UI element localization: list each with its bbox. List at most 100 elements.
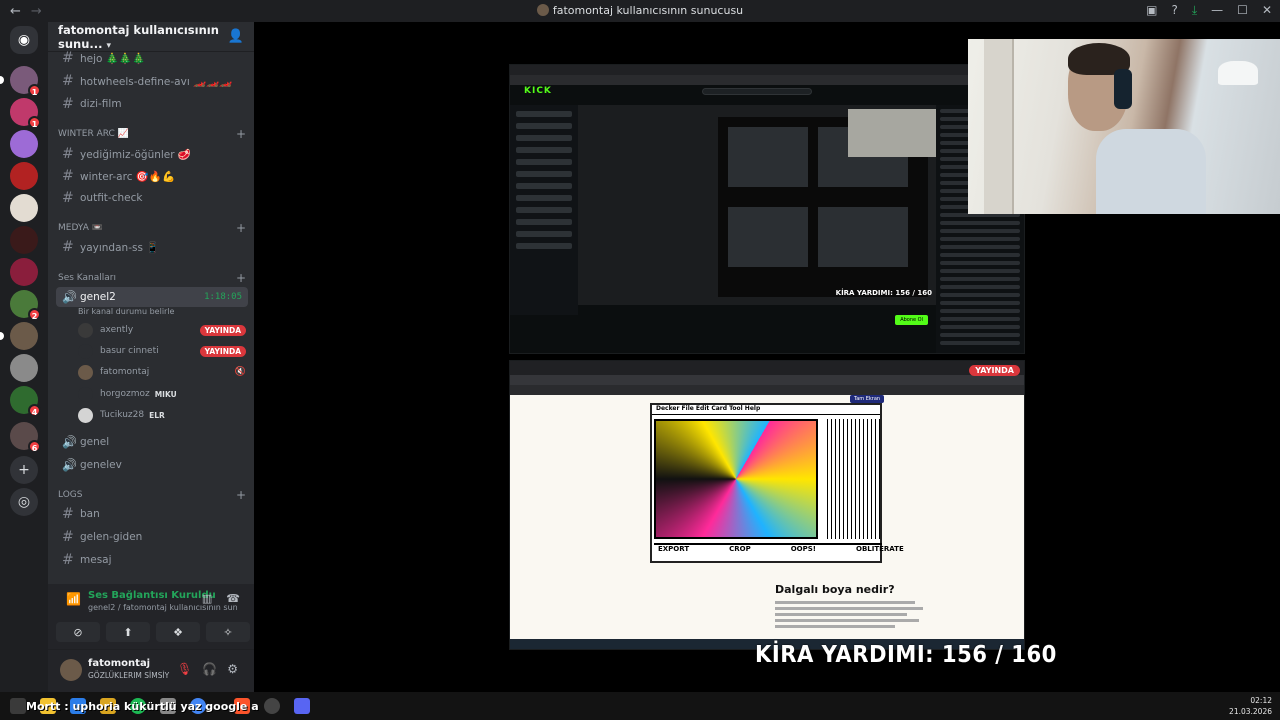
nav-arrows: ← → — [0, 4, 42, 19]
discord-taskbar-icon[interactable] — [294, 698, 310, 714]
server-icon[interactable] — [10, 354, 38, 382]
muted-deafened-icon: 🔇 — [234, 367, 246, 377]
server-icon[interactable] — [0, 322, 38, 350]
text-channel[interactable]: # gelen-giden — [56, 527, 248, 547]
hash-icon: # — [62, 168, 74, 184]
obs-icon[interactable] — [264, 698, 280, 714]
window-title: fatomontaj kullanıcısının sunucusu — [0, 4, 1280, 17]
decker-stream-window[interactable]: YAYINDA Tam Ekran Decker File Edit Card … — [509, 360, 1025, 650]
activities-button[interactable]: ❖ — [156, 622, 200, 642]
minimize-icon[interactable]: — — [1211, 3, 1223, 18]
voice-user[interactable]: fatomontaj 🔇 — [78, 363, 246, 381]
signal-icon[interactable]: 📶 — [66, 592, 81, 606]
oops-label: OOPS! — [790, 545, 816, 553]
add-channel-icon[interactable]: + — [236, 271, 246, 285]
start-icon[interactable] — [10, 698, 26, 714]
add-user-icon[interactable]: 👤 — [228, 29, 244, 44]
guild-name: fatomontaj kullanıcısının sunu... — [58, 22, 219, 51]
voice-channel[interactable]: 🔊 genelev — [56, 455, 248, 475]
server-icon[interactable]: 1 — [0, 66, 41, 97]
fullscreen-tag: Tam Ekran — [850, 395, 885, 403]
text-channel[interactable]: # yediğimiz-öğünler 🥩 — [56, 144, 248, 164]
kick-header: KICK — [510, 85, 1024, 97]
camera-button[interactable]: ⊘ — [56, 622, 100, 642]
voice-channel[interactable]: 🔊 genel — [56, 432, 248, 452]
server-icon[interactable]: 1 — [10, 98, 41, 129]
discover-icon[interactable]: ◎ — [10, 488, 38, 516]
category-label: Ses Kanalları — [58, 273, 116, 283]
live-badge: YAYINDA — [199, 324, 246, 336]
voice-user[interactable]: basur cinneti YAYINDA — [78, 342, 246, 360]
text-channel[interactable]: # winter-arc 🎯🔥💪 — [56, 166, 248, 186]
server-icon[interactable] — [10, 258, 38, 286]
close-icon[interactable]: ✕ — [1262, 3, 1272, 18]
clock-date: 21.03.2026 — [1229, 707, 1272, 716]
browser-tabs — [510, 361, 1024, 375]
text-channel[interactable]: # ban — [56, 504, 248, 524]
text-channel[interactable]: # hotwheels-define-avı 🏎️🏎️🏎️ — [56, 71, 248, 91]
soundboard-button[interactable]: ✧ — [206, 622, 250, 642]
notification-badge: 1 — [28, 116, 41, 129]
screen-share-button[interactable]: ⬆ — [106, 622, 150, 642]
discord-home-icon[interactable]: ◉ — [10, 26, 38, 54]
maximize-icon[interactable]: ☐ — [1237, 3, 1248, 18]
forward-arrow-icon[interactable]: → — [31, 4, 42, 19]
server-icon[interactable] — [10, 162, 38, 190]
voice-user[interactable]: horgozmoz MIKU — [78, 385, 246, 403]
text-channel[interactable]: # mesaj — [56, 550, 248, 570]
back-arrow-icon[interactable]: ← — [10, 4, 21, 19]
text-channel[interactable]: # hejo 🎄🎄🎄 — [56, 48, 248, 68]
download-icon[interactable]: ⤓ — [1192, 3, 1197, 18]
kick-sidebar — [510, 105, 578, 315]
category-ses-kanallari[interactable]: Ses Kanalları + — [58, 270, 246, 286]
notification-badge: 4 — [28, 404, 41, 417]
voice-user[interactable]: Tucikuz28 ELR — [78, 406, 246, 424]
avatar[interactable] — [60, 659, 82, 681]
add-channel-icon[interactable]: + — [236, 221, 246, 235]
obliterate-label: OBLITERATE — [856, 545, 904, 553]
server-icon[interactable] — [10, 226, 38, 254]
headphones-muted-icon[interactable]: 🎧 — [202, 662, 217, 676]
browser-url-bar — [510, 75, 1024, 85]
gear-icon[interactable]: ⚙ — [227, 662, 238, 676]
category-medya[interactable]: MEDYA 📼 + — [58, 220, 246, 236]
server-icon[interactable] — [10, 194, 38, 222]
channel-label: mesaj — [80, 554, 112, 566]
voice-panel-buttons: ⊘ ⬆ ❖ ✧ — [56, 622, 250, 642]
category-logs[interactable]: LOGS + — [58, 487, 246, 503]
voice-user[interactable]: axently YAYINDA — [78, 321, 246, 339]
voice-connection-panel: 📶 Ses Bağlantısı Kuruldu genel2 / fatomo… — [48, 584, 254, 650]
category-label: MEDYA 📼 — [58, 223, 103, 233]
mic-muted-icon[interactable]: 🎙 — [177, 662, 192, 676]
category-winter-arc[interactable]: WINTER ARC 📈 + — [58, 126, 246, 142]
server-icon[interactable] — [10, 130, 38, 158]
server-icon[interactable]: 4 — [10, 386, 41, 417]
text-channel[interactable]: # dizi-film — [56, 94, 248, 114]
activities-icon: ❖ — [173, 625, 183, 639]
noise-suppression-icon[interactable]: ▥ — [202, 592, 212, 605]
add-channel-icon[interactable]: + — [236, 488, 246, 502]
voice-status-line[interactable]: Bir kanal durumu belirle — [78, 307, 174, 316]
streamer-shirt — [1096, 129, 1206, 214]
help-icon[interactable]: ? — [1171, 3, 1177, 18]
server-icon[interactable]: 6 — [10, 422, 41, 453]
text-channel[interactable]: # outfit-check — [56, 188, 248, 208]
hash-icon: # — [62, 73, 74, 89]
add-server-icon[interactable]: + — [10, 456, 38, 484]
soundboard-icon: ✧ — [223, 625, 233, 639]
inbox-icon[interactable]: ▣ — [1146, 3, 1157, 18]
kick-logo: KICK — [524, 86, 552, 96]
category-label: LOGS — [58, 490, 83, 500]
text-channel[interactable]: # yayından-ss 📱 — [56, 237, 248, 257]
channel-label: winter-arc 🎯🔥💪 — [80, 170, 176, 183]
channel-label: genel — [80, 436, 110, 448]
stream-stage[interactable]: KICK KİRA YARDIMI: 156 / 160 Abone Ol YA… — [254, 22, 1280, 692]
kick-stream-window[interactable]: KICK KİRA YARDIMI: 156 / 160 Abone Ol — [509, 64, 1025, 354]
voice-connection-title[interactable]: Ses Bağlantısı Kuruldu — [88, 590, 216, 601]
server-icon[interactable]: 2 — [10, 290, 41, 321]
taskbar: Mortt : uphoria kükürtlü yaz google a 02… — [0, 692, 1280, 720]
user-name[interactable]: fatomontaj — [88, 658, 150, 669]
taskbar-clock[interactable]: 02:12 21.03.2026 — [1229, 695, 1272, 717]
disconnect-icon[interactable]: ☎ — [226, 592, 240, 605]
add-channel-icon[interactable]: + — [236, 127, 246, 141]
